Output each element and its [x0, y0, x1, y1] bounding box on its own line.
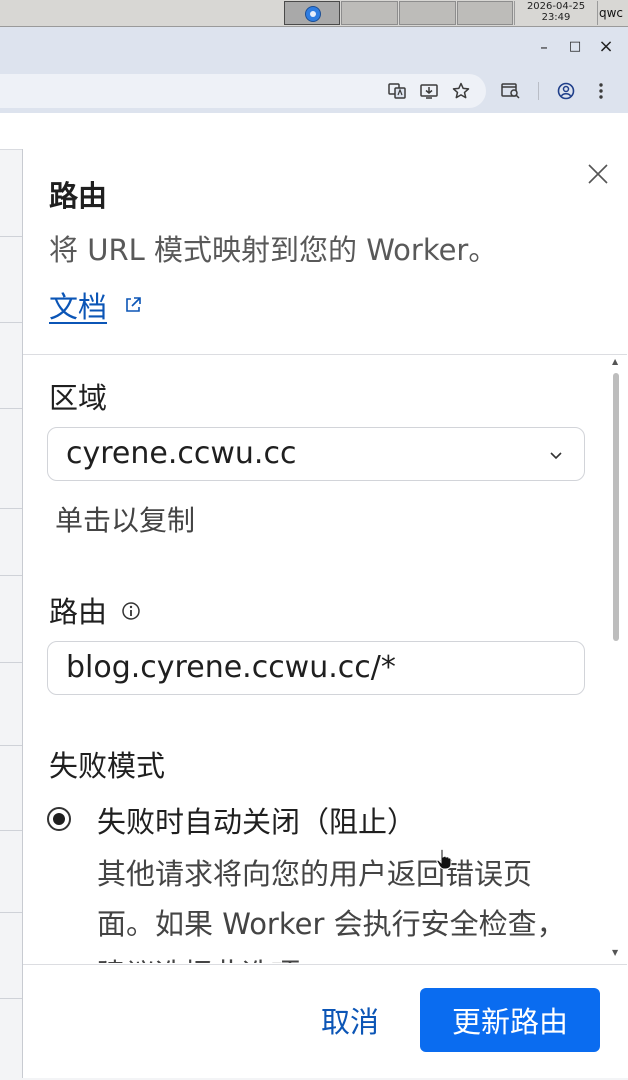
toolbar-separator	[538, 82, 539, 100]
system-user: qwc	[599, 6, 624, 20]
zone-select-value: cyrene.ccwu.cc	[66, 436, 297, 471]
list-divider	[0, 322, 22, 323]
system-taskbar: 2026-04-25 23:49 qwc	[0, 0, 628, 27]
bookmark-star-icon[interactable]	[450, 80, 472, 102]
list-divider	[0, 912, 22, 913]
external-link-icon	[126, 297, 141, 312]
page-header-strip	[0, 113, 628, 150]
update-route-button[interactable]: 更新路由	[420, 988, 600, 1052]
close-window-button[interactable]: ×	[597, 38, 615, 56]
close-icon	[588, 164, 608, 184]
zone-select[interactable]: cyrene.ccwu.cc	[47, 427, 585, 481]
panel-header: 路由 将 URL 模式映射到您的 Worker。 文档	[23, 149, 627, 355]
list-divider	[0, 236, 22, 237]
panel-close-button[interactable]	[585, 161, 611, 187]
scroll-up-arrow[interactable]: ▲	[612, 357, 618, 366]
list-divider	[0, 662, 22, 663]
clock-date: 2026-04-25	[526, 1, 586, 12]
taskbar-window-slot[interactable]	[399, 1, 456, 25]
install-app-icon[interactable]	[418, 80, 440, 102]
minimize-button[interactable]: –	[535, 38, 553, 56]
route-input-value: blog.cyrene.ccwu.cc/*	[66, 650, 396, 685]
route-edit-panel: 路由 将 URL 模式映射到您的 Worker。 文档 区域 cyrene.cc…	[22, 149, 628, 1078]
chevron-down-icon	[550, 452, 562, 460]
hand-cursor-icon	[436, 848, 452, 870]
chrome-icon	[305, 6, 321, 22]
failure-mode-label: 失败模式	[49, 749, 166, 783]
search-tab-icon[interactable]	[500, 80, 522, 102]
zone-label: 区域	[49, 381, 108, 415]
scroll-down-arrow[interactable]: ▼	[612, 948, 618, 957]
scrollbar-thumb[interactable]	[613, 373, 619, 641]
docs-link[interactable]: 文档	[49, 284, 107, 326]
list-divider	[0, 830, 22, 831]
taskbar-window-slot[interactable]	[341, 1, 398, 25]
menu-icon[interactable]	[590, 80, 612, 102]
list-divider	[0, 745, 22, 746]
fail-closed-radio[interactable]	[47, 807, 71, 831]
copy-hint[interactable]: 单击以复制	[55, 499, 195, 539]
info-icon[interactable]	[121, 601, 141, 621]
panel-description: 将 URL 模式映射到您的 Worker。	[49, 233, 498, 267]
route-input[interactable]: blog.cyrene.ccwu.cc/*	[47, 641, 585, 695]
profile-icon[interactable]	[555, 80, 577, 102]
taskbar-chrome-window[interactable]	[284, 1, 340, 25]
list-divider	[0, 998, 22, 999]
list-divider	[0, 575, 22, 576]
fail-closed-option-label[interactable]: 失败时自动关闭（阻止）	[97, 799, 416, 841]
panel-body[interactable]: 区域 cyrene.ccwu.cc 单击以复制 路由 blog.cyrene.c…	[23, 355, 627, 963]
cancel-button[interactable]: 取消	[305, 988, 395, 1052]
route-label: 路由	[49, 595, 108, 629]
system-clock: 2026-04-25 23:49	[514, 1, 598, 25]
panel-footer: 取消 更新路由	[23, 964, 627, 1077]
list-divider	[0, 508, 22, 509]
browser-titlebar	[0, 27, 628, 67]
panel-title: 路由	[49, 179, 108, 213]
taskbar-window-slot[interactable]	[457, 1, 513, 25]
list-divider	[0, 408, 22, 409]
maximize-button[interactable]: □	[566, 38, 584, 56]
translate-icon[interactable]	[386, 80, 408, 102]
clock-time: 23:49	[541, 12, 571, 23]
fail-closed-option-description: 其他请求将向您的用户返回错误页面。如果 Worker 会执行安全检查，建议选择此…	[97, 857, 566, 963]
address-bar[interactable]	[0, 74, 486, 108]
